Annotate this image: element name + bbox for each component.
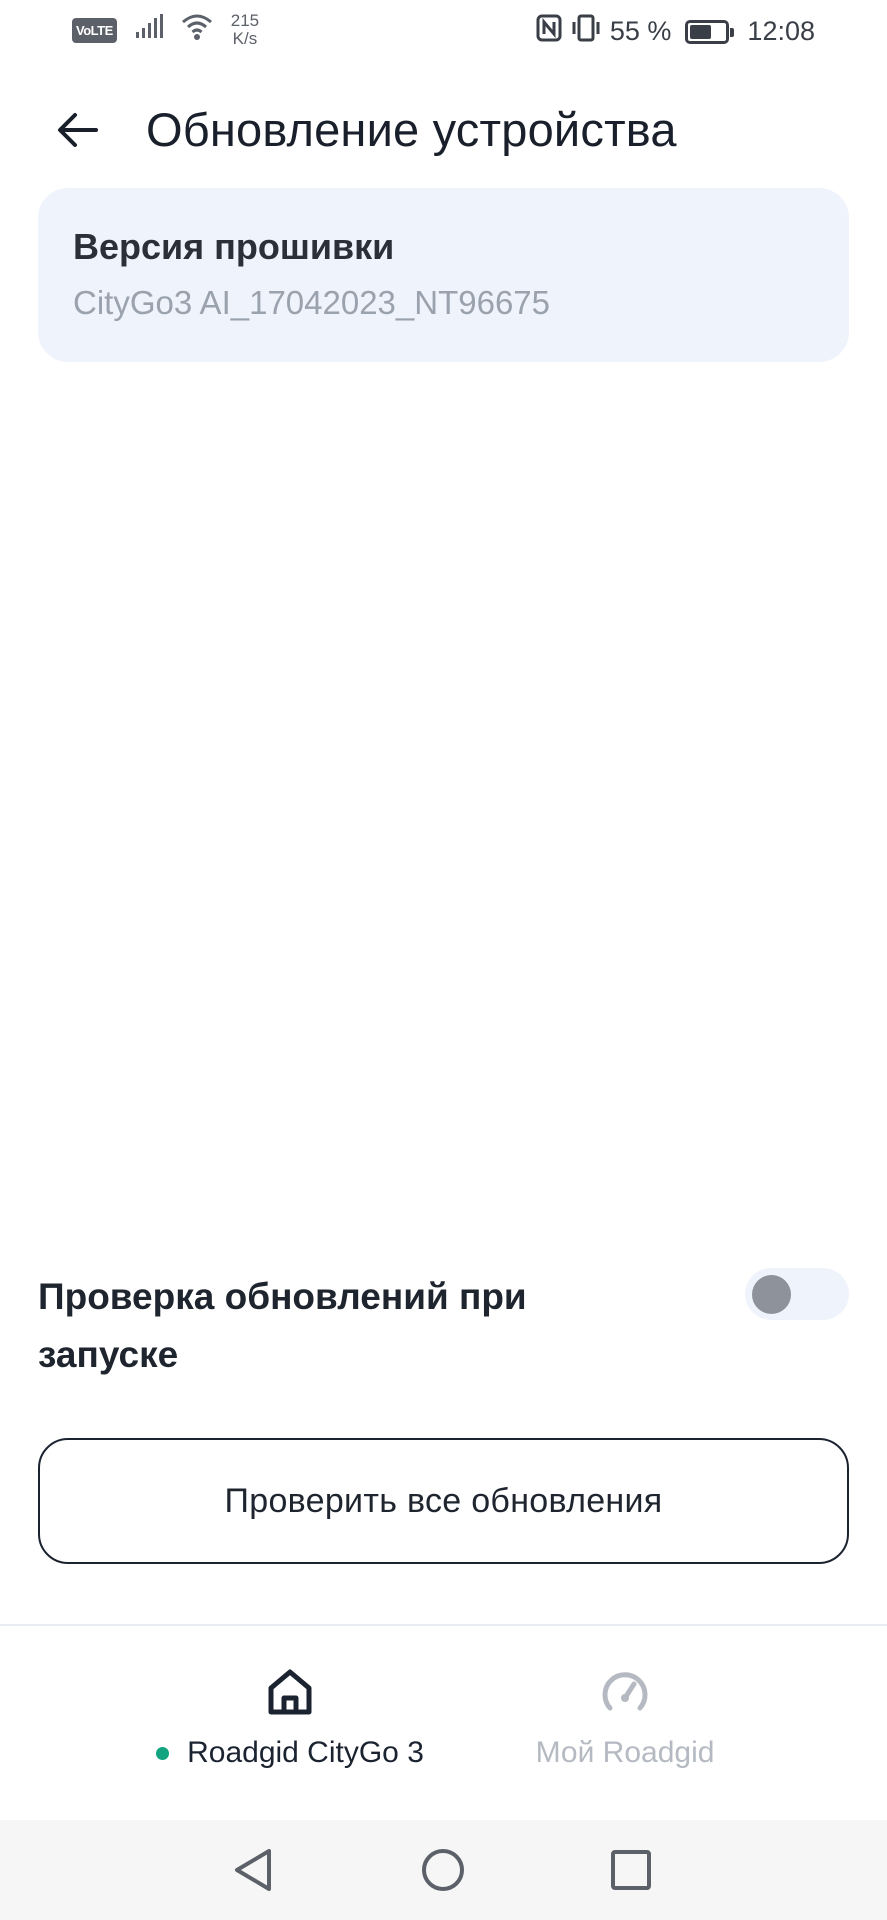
- vibrate-icon: [570, 14, 602, 49]
- wifi-icon: [181, 13, 213, 48]
- firmware-label: Версия прошивки: [73, 226, 395, 267]
- battery-percent: 55 %: [609, 16, 672, 46]
- nav-label-my-roadgid: Мой Roadgid: [535, 1736, 715, 1769]
- square-recents-icon: [611, 1850, 651, 1890]
- battery-icon: [685, 19, 735, 44]
- status-left: VoLTE 215 K/s: [72, 12, 259, 48]
- nav-item-my-roadgid[interactable]: Мой Roadgid: [455, 1668, 795, 1770]
- system-home-button[interactable]: [411, 1838, 475, 1902]
- speed-value: 215: [230, 11, 260, 30]
- volte-icon: VoLTE: [72, 17, 117, 43]
- firmware-card: Версия прошивки CityGo3 AI_17042023_NT96…: [38, 188, 849, 362]
- auto-check-row: Проверка обновлений при запуске: [38, 1268, 849, 1384]
- toggle-knob: [752, 1275, 791, 1314]
- screen: VoLTE 215 K/s 55 % 12:08 Обновление устр…: [0, 0, 887, 1920]
- signal-icon: [135, 13, 163, 47]
- system-back-button[interactable]: [221, 1838, 285, 1902]
- system-nav-bar: [0, 1820, 887, 1920]
- nav-item-device[interactable]: Roadgid CityGo 3: [120, 1668, 460, 1770]
- speed-unit: K/s: [232, 29, 258, 48]
- bottom-nav: Roadgid CityGo 3 Мой Roadgid: [0, 1624, 887, 1820]
- firmware-version: CityGo3 AI_17042023_NT96675: [73, 284, 551, 321]
- battery-level: [690, 24, 712, 39]
- triangle-back-icon: [235, 1849, 271, 1891]
- arrow-left-icon: [58, 113, 98, 147]
- auto-check-label: Проверка обновлений при запуске: [38, 1276, 527, 1375]
- status-right: 55 % 12:08: [536, 14, 815, 49]
- home-icon: [268, 1669, 312, 1715]
- nfc-icon: [536, 14, 562, 49]
- status-time: 12:08: [747, 16, 815, 46]
- speedometer-icon: [602, 1672, 648, 1711]
- nav-label-row: Roadgid CityGo 3: [156, 1736, 424, 1770]
- back-button[interactable]: [50, 102, 106, 158]
- connected-dot: [156, 1746, 170, 1760]
- circle-home-icon: [422, 1849, 464, 1891]
- status-bar: VoLTE 215 K/s 55 % 12:08: [0, 0, 887, 66]
- app-header: Обновление устройства: [0, 90, 887, 170]
- auto-check-toggle[interactable]: [745, 1268, 849, 1320]
- page-title: Обновление устройства: [146, 103, 677, 156]
- nav-label-row: Мой Roadgid: [536, 1736, 715, 1770]
- nav-label-device: Roadgid CityGo 3: [187, 1736, 424, 1769]
- system-recents-button[interactable]: [599, 1838, 663, 1902]
- check-all-updates-button[interactable]: Проверить все обновления: [38, 1438, 849, 1564]
- network-speed: 215 K/s: [231, 12, 259, 48]
